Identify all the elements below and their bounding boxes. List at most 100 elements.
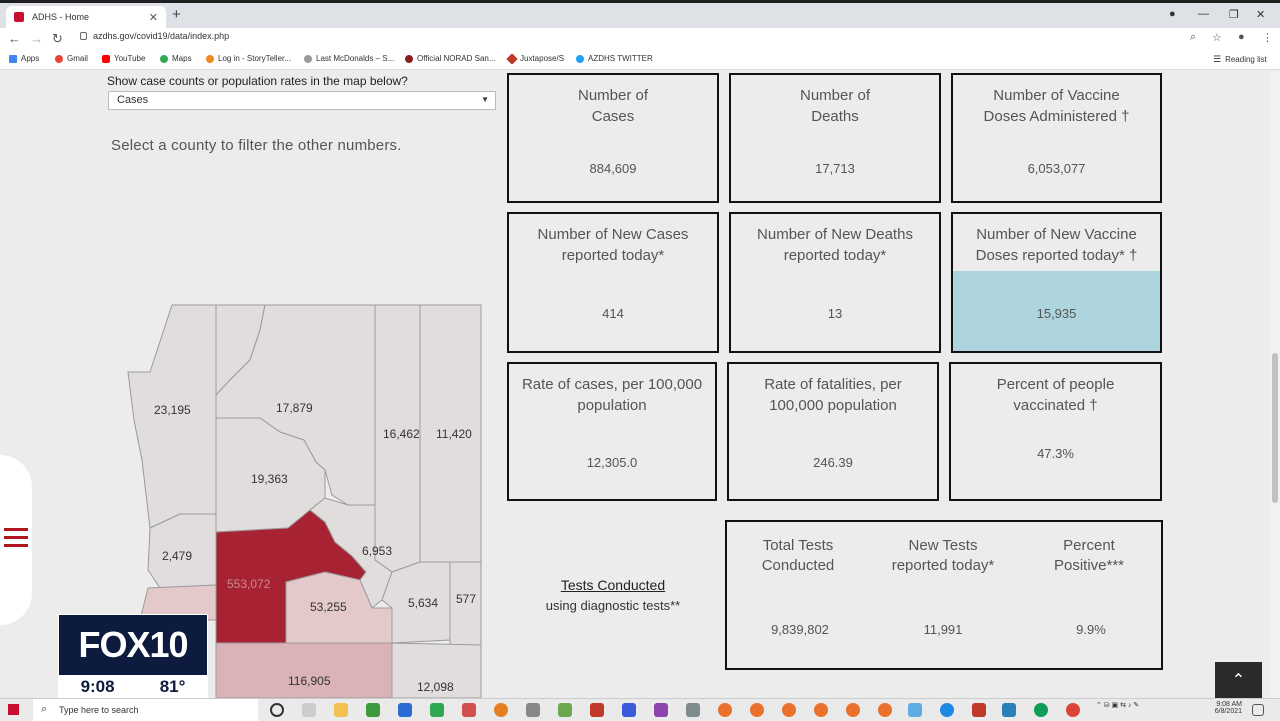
hamburger-menu-icon[interactable] (4, 528, 28, 552)
app-icon-fire-6[interactable] (878, 703, 892, 717)
chrome-icon[interactable] (1066, 703, 1080, 717)
app-icon-fire-3[interactable] (782, 703, 796, 717)
windows-taskbar: ⌕ Type here to search ⌃ ⛁ ▣ ⇆ ♪ ✎ 9:08 A… (0, 698, 1280, 721)
app-icon-brush[interactable] (686, 703, 700, 717)
app-icon-pen[interactable] (526, 703, 540, 717)
map-filter-question: Show case counts or population rates in … (107, 74, 408, 88)
county-label: 12,098 (417, 680, 454, 694)
menu-dots-icon[interactable]: ⋮ (1262, 31, 1273, 44)
windows-start-icon[interactable] (8, 704, 19, 715)
reading-list[interactable]: ☰ Reading list (1213, 54, 1267, 65)
close-window-icon[interactable]: ✕ (1256, 8, 1265, 21)
card-label: Percent of people vaccinated † (996, 376, 1115, 414)
card-new-cases[interactable]: Number of New Cases reported today* 414 (507, 212, 719, 353)
card-new-deaths[interactable]: Number of New Deaths reported today* 13 (729, 212, 941, 353)
card-percent-vaccinated[interactable]: Percent of people vaccinated † 47.3% (949, 362, 1162, 501)
task-view-icon[interactable] (302, 703, 316, 717)
app-icon-m[interactable] (622, 703, 636, 717)
maximize-icon[interactable]: ❐ (1229, 8, 1239, 21)
tab-bar: ADHS - Home ✕ + ● — ❐ ✕ (0, 3, 1280, 28)
app-icon-play[interactable] (430, 703, 444, 717)
bookmark-youtube[interactable]: YouTube (102, 54, 145, 63)
app-icon-red[interactable] (972, 703, 986, 717)
bookmark-apps[interactable]: Apps (9, 54, 39, 63)
taskbar-search-placeholder: Type here to search (59, 705, 139, 715)
clock-time: 9:08 AM (1216, 701, 1242, 708)
card-label: Number of Deaths (799, 87, 871, 125)
profile-dot-icon[interactable]: ● (1169, 8, 1176, 20)
county-label: 17,879 (276, 401, 313, 415)
bookmark-juxtapose[interactable]: Juxtapose/S (506, 52, 564, 65)
app-icon-orange[interactable] (494, 703, 508, 717)
bookmark-mcdonalds[interactable]: Last McDonalds – S... (304, 54, 394, 63)
app-icon-chart[interactable] (558, 703, 572, 717)
mcdonalds-icon (304, 54, 312, 63)
app-icon-fire-5[interactable] (846, 703, 860, 717)
card-cases[interactable]: Number of Cases 884,609 (507, 73, 719, 203)
youtube-icon (102, 54, 110, 63)
cortana-icon[interactable] (270, 703, 284, 717)
card-new-vaccine-doses[interactable]: Number of New Vaccine Doses reported tod… (951, 212, 1162, 353)
bookmark-norad[interactable]: Official NORAD San... (405, 54, 496, 63)
profile-icon[interactable]: ● (1238, 31, 1245, 43)
app-icon-purple[interactable] (654, 703, 668, 717)
app-icon-check[interactable] (590, 703, 604, 717)
tab-adhs-home[interactable]: ADHS - Home ✕ (6, 6, 166, 28)
card-vaccine-doses[interactable]: Number of Vaccine Doses Administered † 6… (951, 73, 1162, 203)
card-label: Number of New Vaccine Doses reported tod… (975, 226, 1138, 264)
app-icon-green[interactable] (366, 703, 380, 717)
juxtapose-icon (506, 52, 518, 65)
card-case-rate[interactable]: Rate of cases, per 100,000 population 12… (507, 362, 717, 501)
card-value: 414 (602, 306, 624, 321)
app-icon-3d[interactable] (462, 703, 476, 717)
dropdown-arrow-icon: ▼ (481, 95, 489, 104)
card-fatality-rate[interactable]: Rate of fatalities, per 100,000 populati… (727, 362, 939, 501)
lock-icon (80, 32, 87, 40)
fox10-overlay: FOX10 9:08 81° (58, 614, 208, 698)
forward-icon[interactable]: → (30, 31, 43, 46)
bookmark-maps[interactable]: Maps (160, 54, 192, 63)
county-label: 2,479 (162, 549, 193, 563)
card-label: Number of New Deaths reported today* (757, 226, 913, 264)
taskbar-search[interactable]: ⌕ Type here to search (33, 699, 258, 721)
map-metric-select[interactable]: Cases ▼ (108, 91, 496, 110)
bookmark-star-icon[interactable]: ☆ (1212, 31, 1222, 44)
county-pima[interactable] (215, 642, 393, 698)
scrollbar-thumb[interactable] (1272, 353, 1278, 503)
file-explorer-icon[interactable] (334, 703, 348, 717)
zoom-icon[interactable]: ⌕ (1190, 31, 1196, 44)
back-icon[interactable]: ← (8, 31, 21, 46)
adhs-favicon-icon (14, 12, 24, 22)
app-icon-fire-4[interactable] (814, 703, 828, 717)
address-bar: ← → ↻ azdhs.gov/covid19/data/index.php ⌕… (0, 28, 1280, 50)
tray-icons[interactable]: ⌃ ⛁ ▣ ⇆ ♪ ✎ (1096, 701, 1139, 709)
app-icon-photo[interactable] (908, 703, 922, 717)
tab-title: ADHS - Home (32, 12, 90, 22)
new-tab-icon[interactable]: + (172, 6, 181, 23)
app-icon-fire-1[interactable] (718, 703, 732, 717)
bookmark-gmail[interactable]: Gmail (55, 54, 88, 63)
card-value: 47.3% (1037, 446, 1074, 461)
minimize-icon[interactable]: — (1198, 8, 1209, 20)
app-icon-doc[interactable] (1002, 703, 1016, 717)
bookmark-azdhs-twitter[interactable]: AZDHS TWITTER (576, 54, 653, 63)
notifications-icon[interactable] (1252, 704, 1264, 716)
gmail-icon (55, 54, 63, 63)
fox10-time-temp: 9:08 81° (58, 676, 208, 698)
edge-chromium-icon[interactable] (1034, 703, 1048, 717)
app-icon-blue[interactable] (398, 703, 412, 717)
bookmark-storyteller[interactable]: Log in - StoryTeller... (206, 54, 291, 63)
norad-icon (405, 54, 413, 63)
app-icon-fire-2[interactable] (750, 703, 764, 717)
page-scrollbar[interactable] (1270, 71, 1280, 698)
side-menu-tab[interactable] (0, 455, 32, 625)
close-tab-icon[interactable]: ✕ (149, 11, 158, 24)
edge-icon[interactable] (940, 703, 954, 717)
url-field[interactable]: azdhs.gov/covid19/data/index.php (80, 31, 229, 41)
reload-icon[interactable]: ↻ (52, 31, 63, 47)
scroll-to-top-button[interactable]: ⌃ (1215, 662, 1262, 698)
taskbar-clock[interactable]: 9:08 AM 6/8/2021 (1200, 701, 1242, 715)
selected-metric: Cases (117, 94, 149, 106)
clock-date: 6/8/2021 (1214, 708, 1242, 715)
card-deaths[interactable]: Number of Deaths 17,713 (729, 73, 941, 203)
